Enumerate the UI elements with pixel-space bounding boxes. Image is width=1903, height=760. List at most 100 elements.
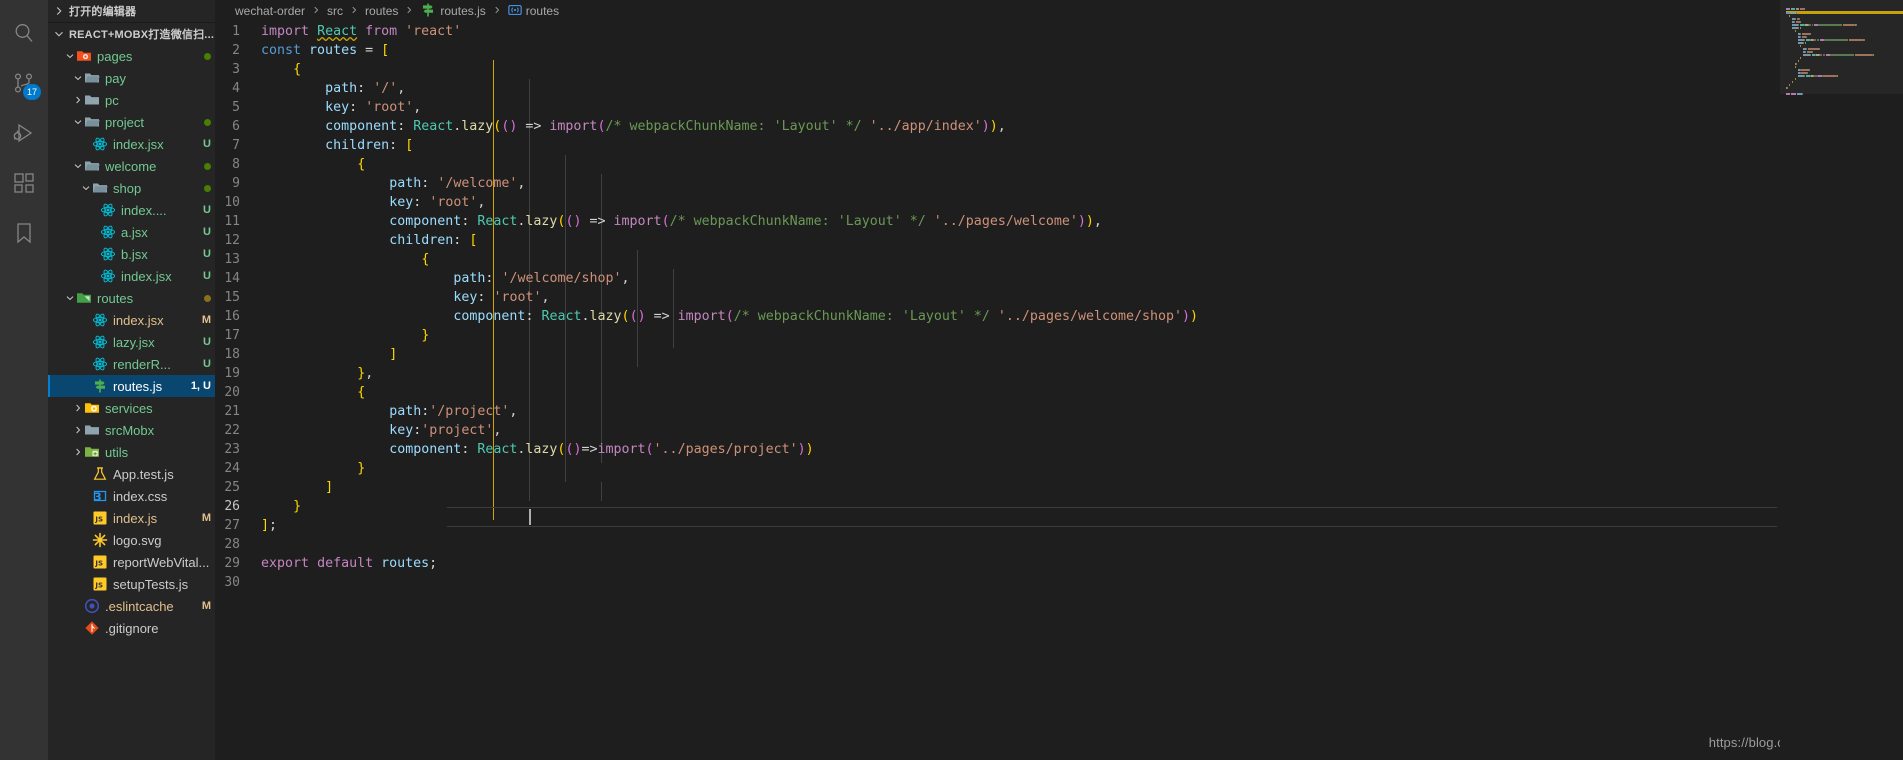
tree-item-pages[interactable]: pages [48,45,215,67]
code-line[interactable]: 27]; [215,516,1903,535]
code-line[interactable]: 10 key: 'root', [215,193,1903,212]
run-and-debug-icon[interactable] [0,108,48,158]
chevron-down-icon[interactable] [80,182,92,194]
code-line[interactable]: 14 path: '/welcome/shop', [215,269,1903,288]
tree-item-welcome[interactable]: welcome [48,155,215,177]
open-editors-header[interactable]: 打开的编辑器 [48,0,215,22]
breadcrumb-item-routes[interactable]: routes [365,4,398,18]
breadcrumb-label: src [327,4,344,18]
chevron-down-icon[interactable] [72,160,84,172]
code-line[interactable]: 29 export default routes; [215,554,1903,573]
code-line[interactable]: 4 path: '/', [215,79,1903,98]
code-line-text: ]; [261,518,278,533]
code-line[interactable]: 9 path: '/welcome', [215,174,1903,193]
search-icon[interactable] [0,8,48,58]
code-line[interactable]: 1 import React from 'react' [215,22,1903,41]
tree-item-index[interactable]: index.... U [48,199,215,221]
code-line[interactable]: 16 component: React.lazy(() => import(/*… [215,307,1903,326]
code-line[interactable]: 30 [215,573,1903,592]
code-line[interactable]: 28 [215,535,1903,554]
source-control-icon[interactable]: 17 [0,58,48,108]
code-line[interactable]: 19 }, [215,364,1903,383]
tree-item-a-jsx[interactable]: a.jsx U [48,221,215,243]
tree-item-logo-svg[interactable]: logo.svg [48,529,215,551]
minimap-slider[interactable] [1780,0,1903,94]
tree-item-label: routes.js [113,378,163,394]
breadcrumb-item-wechat-order[interactable]: wechat-order [235,4,305,18]
code-line[interactable]: 15 key: 'root', [215,288,1903,307]
tree-item-srcmobx[interactable]: srcMobx [48,419,215,441]
chevron-down-icon[interactable] [64,292,76,304]
react-icon [92,312,108,328]
code-line[interactable]: 18 ] [215,345,1903,364]
tree-item-label: srcMobx [105,422,155,438]
minimap[interactable] [1780,0,1903,760]
chevron-right-icon[interactable] [72,424,84,436]
tree-item-index-jsx[interactable]: index.jsx U [48,265,215,287]
code-line[interactable]: 11 component: React.lazy(() => import(/*… [215,212,1903,231]
extensions-icon[interactable] [0,158,48,208]
breadcrumb[interactable]: wechat-order src routes routes.js routes [215,0,1903,22]
chevron-right-icon[interactable] [72,446,84,458]
code-line[interactable]: 17 } [215,326,1903,345]
line-number: 29 [224,556,240,571]
line-number: 18 [224,347,240,362]
chevron-down-icon[interactable] [72,72,84,84]
breadcrumb-item-routes[interactable]: routes [508,3,559,20]
bookmarks-icon[interactable] [0,208,48,258]
tree-item-gitignore[interactable]: .gitignore [48,617,215,639]
project-header[interactable]: REACT+MOBX打造微信扫... [48,22,215,44]
code-line[interactable]: 24 } [215,459,1903,478]
tree-item-lazy-jsx[interactable]: lazy.jsx U [48,331,215,353]
tree-item-index-jsx[interactable]: index.jsx M [48,309,215,331]
tree-item-b-jsx[interactable]: b.jsx U [48,243,215,265]
folder-open-icon [92,180,108,196]
code-line[interactable]: 22 key:'project', [215,421,1903,440]
code-line[interactable]: 6 component: React.lazy(() => import(/* … [215,117,1903,136]
code-line[interactable]: 12 children: [ [215,231,1903,250]
code-line[interactable]: 8 { [215,155,1903,174]
breadcrumb-item-src[interactable]: src [327,4,343,18]
code-line[interactable]: 26 } [215,497,1903,516]
code-line[interactable]: 5 key: 'root', [215,98,1903,117]
code-content[interactable]: 1 import React from 'react' 2 const routes … [215,22,1903,592]
tree-item-index-jsx[interactable]: index.jsx U [48,133,215,155]
code-editor[interactable]: 1 import React from 'react' 2 const routes … [215,22,1903,760]
code-line[interactable]: 23 component: React.lazy(()=>import('../… [215,440,1903,459]
code-line[interactable]: 25 ] [215,478,1903,497]
line-number: 28 [224,537,240,552]
tree-item-utils[interactable]: utils [48,441,215,463]
tree-item-pc[interactable]: pc [48,89,215,111]
line-number: 1 [232,24,240,39]
tree-item-reportwebvital[interactable]: JS reportWebVital... [48,551,215,573]
code-line[interactable]: 7 children: [ [215,136,1903,155]
code-line[interactable]: 20 { [215,383,1903,402]
tree-item-pay[interactable]: pay [48,67,215,89]
code-line[interactable]: 21 path:'/project', [215,402,1903,421]
chevron-right-icon[interactable] [72,94,84,106]
folder-utils-icon [84,444,100,460]
git-status-badge: U [203,226,211,238]
chevron-down-icon[interactable] [72,116,84,128]
code-line[interactable]: 13 { [215,250,1903,269]
line-number: 11 [224,214,240,229]
tree-item-routes-js[interactable]: routes.js 1, U [48,375,215,397]
breadcrumb-item-routes-js[interactable]: routes.js [420,2,486,21]
tree-item-project[interactable]: project [48,111,215,133]
tree-item-app-test-js[interactable]: App.test.js [48,463,215,485]
tree-item-eslintcache[interactable]: .eslintcache M [48,595,215,617]
code-line-text: path: '/welcome', [389,176,526,191]
tree-item-shop[interactable]: shop [48,177,215,199]
tree-item-setuptests-js[interactable]: JS setupTests.js [48,573,215,595]
tree-item-index-js[interactable]: JS index.js M [48,507,215,529]
tree-item-routes[interactable]: routes [48,287,215,309]
chevron-down-icon[interactable] [64,50,76,62]
code-line[interactable]: 2 const routes = [ [215,41,1903,60]
code-line[interactable]: 3 { [215,60,1903,79]
tree-item-label: welcome [105,158,157,174]
tree-item-index-css[interactable]: 3 index.css [48,485,215,507]
tree-item-renderr[interactable]: renderR... U [48,353,215,375]
code-line-text: path: '/', [325,81,406,96]
tree-item-services[interactable]: services [48,397,215,419]
chevron-right-icon[interactable] [72,402,84,414]
